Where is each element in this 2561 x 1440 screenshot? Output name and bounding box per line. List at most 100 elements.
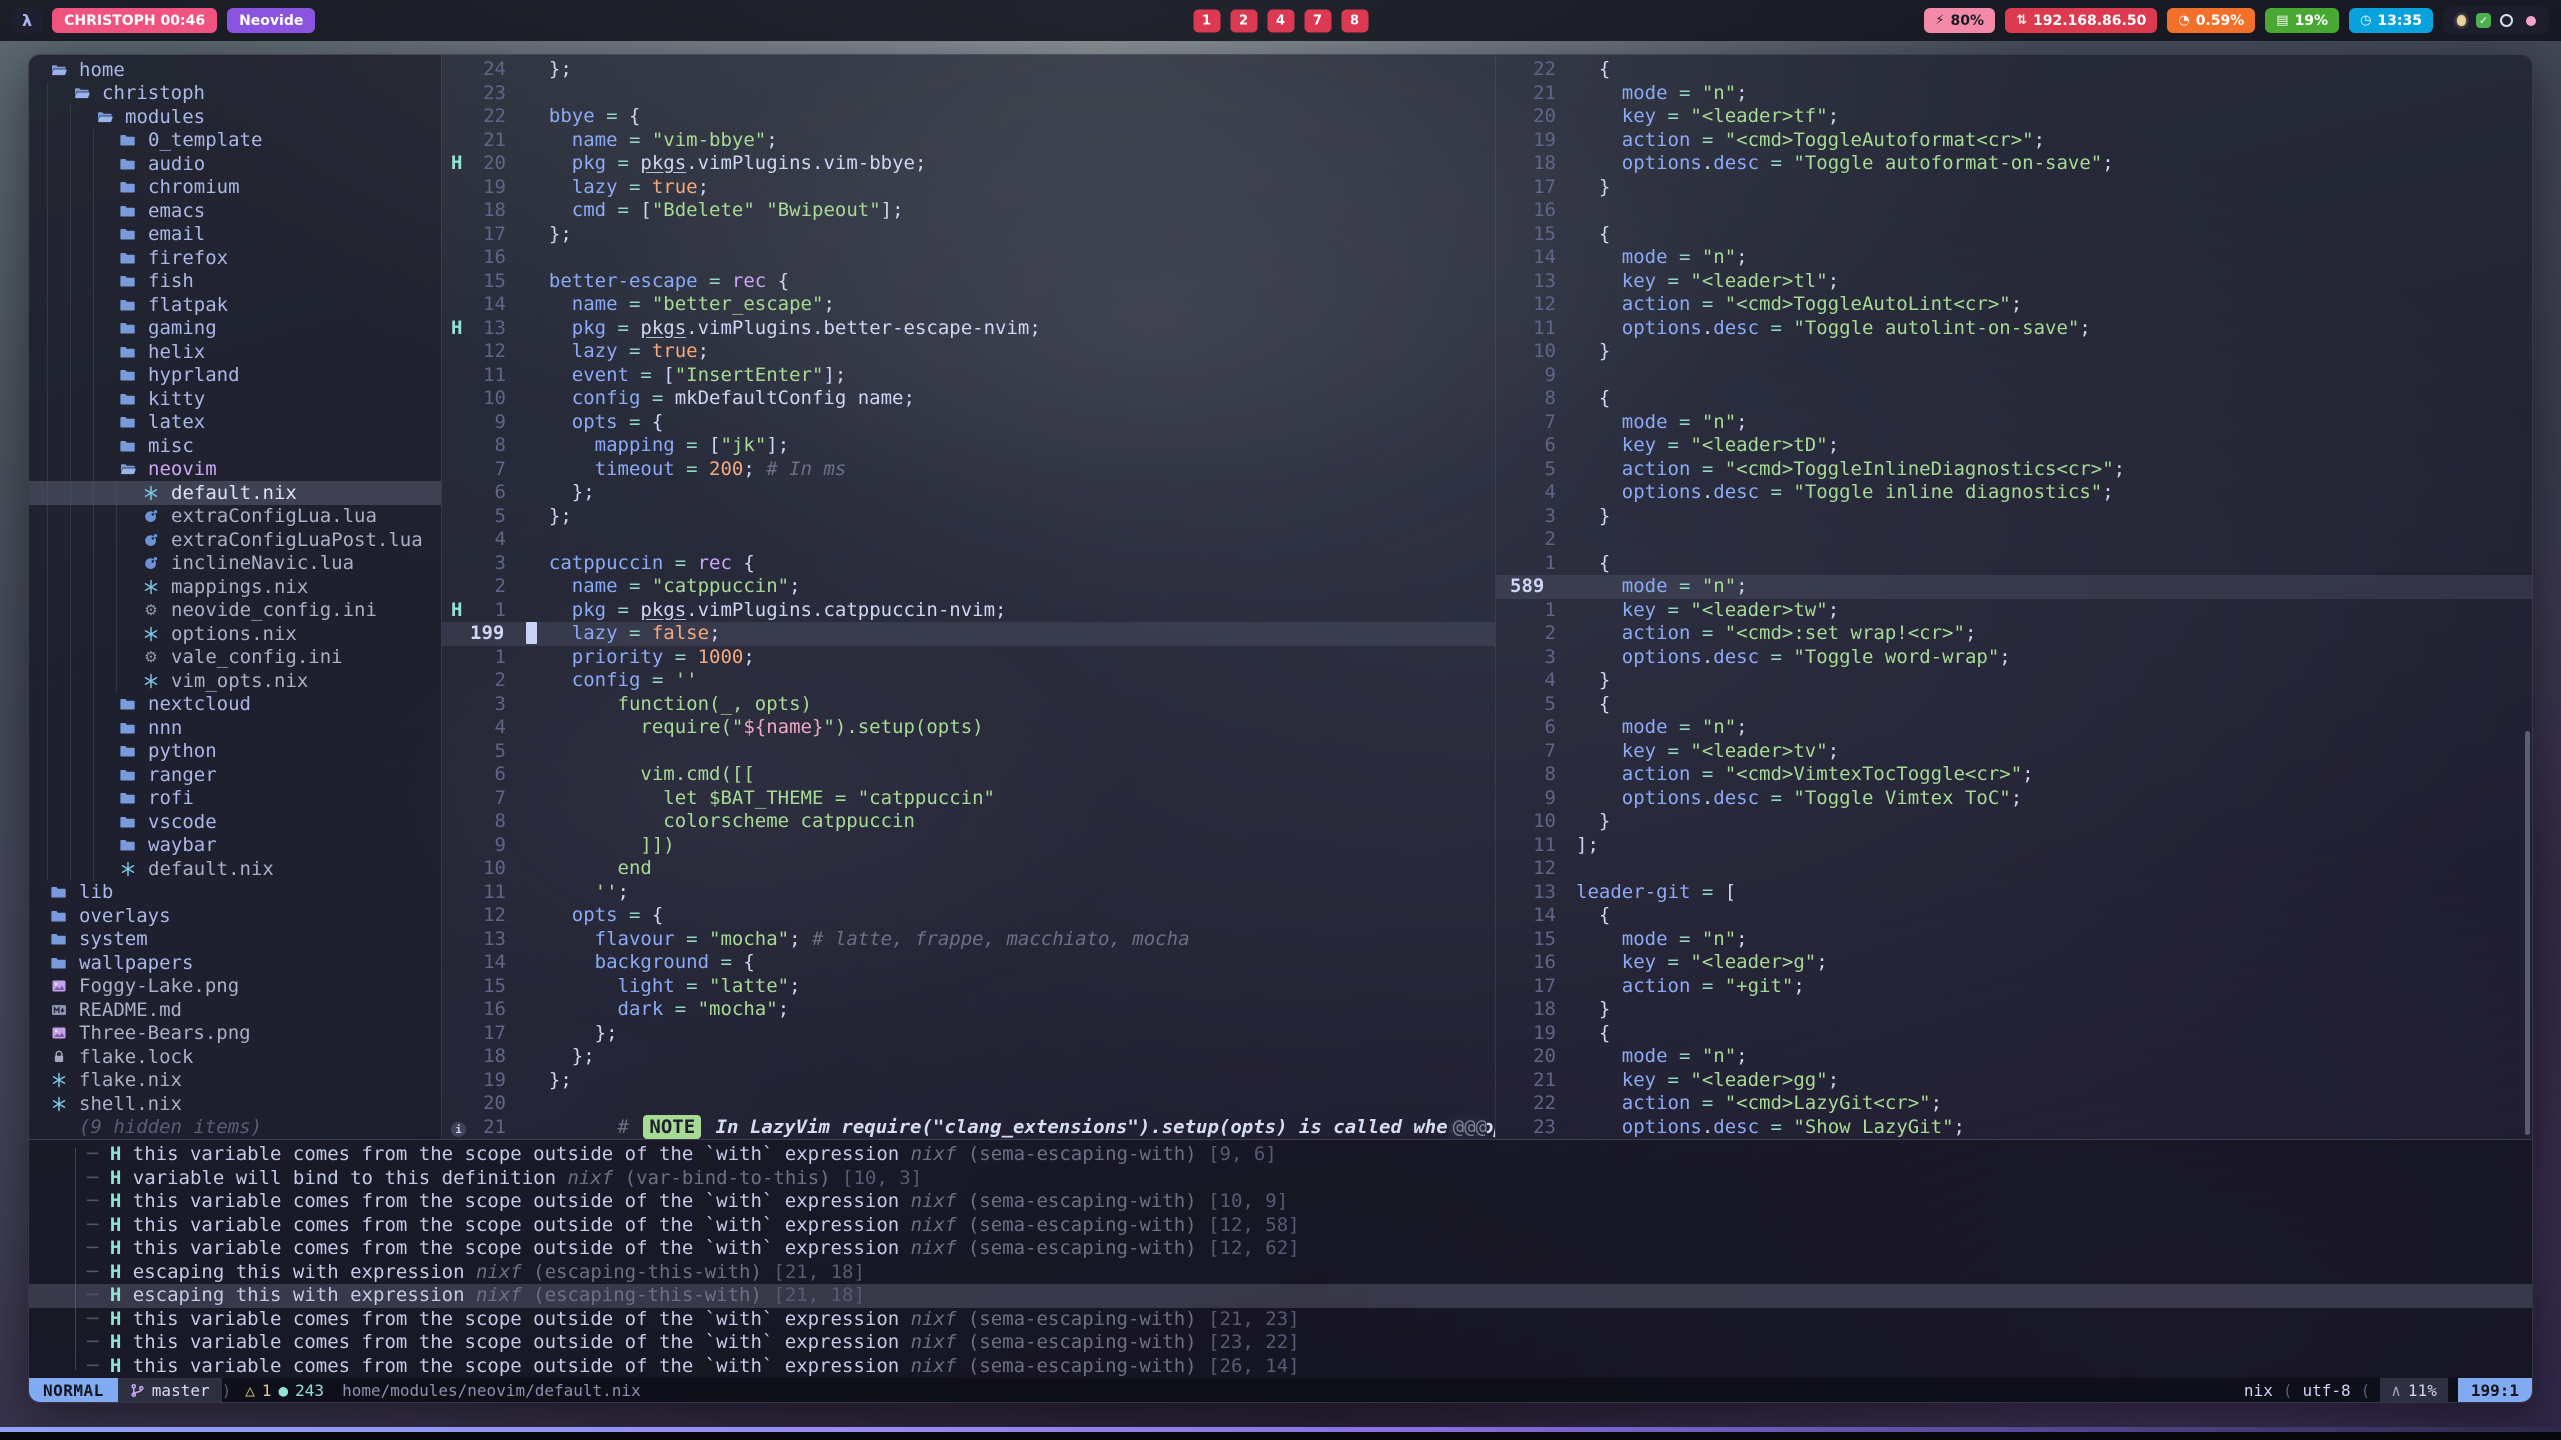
code-line[interactable]: 23 [442, 82, 1495, 106]
tree-item[interactable]: default.nix [29, 857, 441, 881]
editor-main[interactable]: 24 };2322 bbye = {21 name = "vim-bbye"; H… [441, 55, 1495, 1139]
tree-item[interactable]: waybar [29, 834, 441, 858]
code-line[interactable]: 11 ''; [442, 881, 1495, 905]
code-line[interactable]: 9 [1496, 364, 2532, 388]
diagnostic-row[interactable]: ─ H escaping this with expression nixf (… [29, 1284, 2532, 1308]
code-line[interactable]: 2 action = "<cmd>:set wrap!<cr>"; [1496, 622, 2532, 646]
code-line[interactable]: 11 options.desc = "Toggle autolint-on-sa… [1496, 317, 2532, 341]
tree-item[interactable]: flake.lock [29, 1045, 441, 1069]
tree-item[interactable]: flake.nix [29, 1069, 441, 1093]
code-line[interactable]: 4 [442, 528, 1495, 552]
tree-item[interactable]: firefox [29, 246, 441, 270]
code-line[interactable]: 15 better-escape = rec { [442, 270, 1495, 294]
code-line[interactable]: 589 mode = "n"; [1496, 575, 2532, 599]
code-line[interactable]: 7 mode = "n"; [1496, 411, 2532, 435]
code-line[interactable]: 12 action = "<cmd>ToggleAutoLint<cr>"; [1496, 293, 2532, 317]
tree-item[interactable]: mappings.nix [29, 575, 441, 599]
code-line[interactable]: 7 let $BAT_THEME = "catppuccin" [442, 787, 1495, 811]
code-line[interactable]: 21 mode = "n"; [1496, 82, 2532, 106]
code-line[interactable]: 14 { [1496, 904, 2532, 928]
code-line[interactable]: 23 options.desc = "Show LazyGit"; [1496, 1116, 2532, 1140]
tree-item[interactable]: rofi [29, 787, 441, 811]
tree-item[interactable]: extraConfigLuaPost.lua [29, 528, 441, 552]
tree-item[interactable]: christoph [29, 82, 441, 106]
code-line[interactable]: 16 [442, 246, 1495, 270]
code-line[interactable]: 3 catppuccin = rec { [442, 552, 1495, 576]
launcher-icon[interactable]: λ [12, 8, 42, 33]
code-line[interactable]: 16 [1496, 199, 2532, 223]
code-line[interactable]: 1 { [1496, 552, 2532, 576]
code-line[interactable]: 4 } [1496, 669, 2532, 693]
code-line[interactable]: 12 [1496, 857, 2532, 881]
code-line[interactable]: 4 require("${name}").setup(opts) [442, 716, 1495, 740]
code-line[interactable]: 4 options.desc = "Toggle inline diagnost… [1496, 481, 2532, 505]
code-line[interactable]: 8 mapping = ["jk"]; [442, 434, 1495, 458]
code-line[interactable]: 9 options.desc = "Toggle Vimtex ToC"; [1496, 787, 2532, 811]
tree-item[interactable]: system [29, 928, 441, 952]
code-line[interactable]: 10 config = mkDefaultConfig name; [442, 387, 1495, 411]
diagnostic-row[interactable]: ─ H this variable comes from the scope o… [29, 1143, 2532, 1167]
code-line[interactable]: 20 key = "<leader>tf"; [1496, 105, 2532, 129]
diagnostic-row[interactable]: ─ H this variable comes from the scope o… [29, 1214, 2532, 1238]
tree-item[interactable]: ⚙vale_config.ini [29, 646, 441, 670]
code-line[interactable]: 21 name = "vim-bbye"; [442, 129, 1495, 153]
code-line[interactable]: 5 action = "<cmd>ToggleInlineDiagnostics… [1496, 458, 2532, 482]
code-line[interactable]: 20 mode = "n"; [1496, 1045, 2532, 1069]
code-line[interactable]: 3 function(_, opts) [442, 693, 1495, 717]
code-line[interactable]: 17 }; [442, 1022, 1495, 1046]
code-line[interactable]: 5 { [1496, 693, 2532, 717]
code-line[interactable]: 6 }; [442, 481, 1495, 505]
code-line[interactable]: 1 key = "<leader>tw"; [1496, 599, 2532, 623]
code-line[interactable]: 19 lazy = true; [442, 176, 1495, 200]
code-line[interactable]: 5 }; [442, 505, 1495, 529]
code-line[interactable]: 13 flavour = "mocha"; # latte, frappe, m… [442, 928, 1495, 952]
tree-item[interactable]: neovim [29, 458, 441, 482]
tree-item[interactable]: fish [29, 270, 441, 294]
code-line[interactable]: 13 key = "<leader>tl"; [1496, 270, 2532, 294]
code-line[interactable]: 22 bbye = { [442, 105, 1495, 129]
code-line[interactable]: 18 } [1496, 998, 2532, 1022]
code-line[interactable]: 14 mode = "n"; [1496, 246, 2532, 270]
code-line[interactable]: 5 [442, 740, 1495, 764]
code-line[interactable]: 16 dark = "mocha"; [442, 998, 1495, 1022]
code-line[interactable]: 18 cmd = ["Bdelete" "Bwipeout"]; [442, 199, 1495, 223]
workspace-chip[interactable]: 7 [1304, 9, 1331, 32]
code-line[interactable]: 3 options.desc = "Toggle word-wrap"; [1496, 646, 2532, 670]
tree-item[interactable]: home [29, 58, 441, 82]
tree-item[interactable]: python [29, 740, 441, 764]
tree-item[interactable]: shell.nix [29, 1092, 441, 1116]
tree-item[interactable]: default.nix [29, 481, 441, 505]
code-line[interactable]: 2 name = "catppuccin"; [442, 575, 1495, 599]
workspace-chip[interactable]: 8 [1341, 9, 1368, 32]
tree-item[interactable]: README.md [29, 998, 441, 1022]
code-line[interactable]: 22 action = "<cmd>LazyGit<cr>"; [1496, 1092, 2532, 1116]
tree-item[interactable]: modules [29, 105, 441, 129]
tree-item[interactable]: Three-Bears.png [29, 1022, 441, 1046]
tree-item[interactable]: kitty [29, 387, 441, 411]
code-line[interactable]: 24 }; [442, 58, 1495, 82]
code-line[interactable]: 2 [1496, 528, 2532, 552]
workspace-chip[interactable]: 2 [1230, 9, 1257, 32]
check-icon[interactable]: ✓ [2476, 13, 2491, 28]
code-line[interactable]: 2 config = '' [442, 669, 1495, 693]
code-line[interactable]: 14 name = "better_escape"; [442, 293, 1495, 317]
tree-item[interactable]: hyprland [29, 364, 441, 388]
tree-item[interactable]: gaming [29, 317, 441, 341]
workspace-chip[interactable]: 1 [1193, 9, 1220, 32]
tree-item[interactable]: ranger [29, 763, 441, 787]
code-line[interactable]: 15 { [1496, 223, 2532, 247]
code-line[interactable]: 14 background = { [442, 951, 1495, 975]
tree-item[interactable]: (9 hidden items) [29, 1116, 441, 1140]
code-line[interactable]: 10 } [1496, 810, 2532, 834]
code-line[interactable]: 17 action = "+git"; [1496, 975, 2532, 999]
tree-item[interactable]: flatpak [29, 293, 441, 317]
code-line[interactable]: 16 key = "<leader>g"; [1496, 951, 2532, 975]
diagnostic-row[interactable]: ─ H this variable comes from the scope o… [29, 1190, 2532, 1214]
code-line[interactable]: H1 pkg = pkgs.vimPlugins.catppuccin-nvim… [442, 599, 1495, 623]
bulb-icon[interactable] [2451, 11, 2471, 31]
tree-item[interactable]: lib [29, 881, 441, 905]
code-line[interactable]: 9 ]]) [442, 834, 1495, 858]
workspace-chip[interactable]: 4 [1267, 9, 1294, 32]
tree-item[interactable]: latex [29, 411, 441, 435]
code-line[interactable]: 1 priority = 1000; [442, 646, 1495, 670]
